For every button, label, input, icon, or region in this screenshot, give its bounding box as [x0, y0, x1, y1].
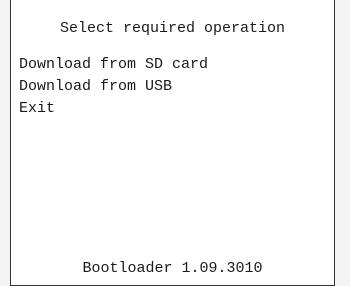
bootloader-screen: Select required operation Download from … [10, 0, 335, 286]
operation-menu: Download from SD card Download from USB … [19, 54, 208, 120]
page-title: Select required operation [59, 20, 286, 37]
bootloader-version: Bootloader 1.09.3010 [82, 260, 263, 277]
menu-item-download-usb[interactable]: Download from USB [19, 76, 208, 98]
menu-item-download-sd-card[interactable]: Download from SD card [19, 54, 208, 76]
menu-item-exit[interactable]: Exit [19, 98, 208, 120]
